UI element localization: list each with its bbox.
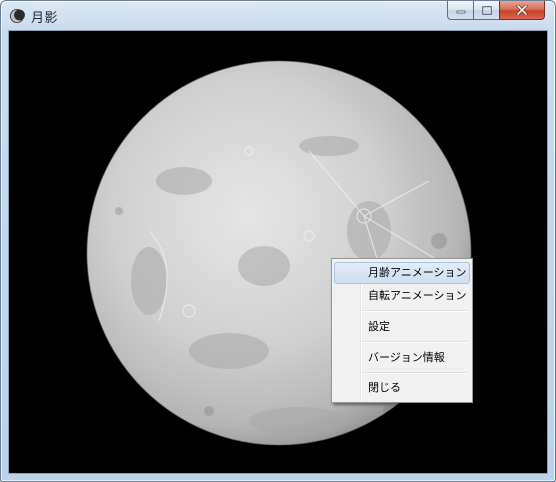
caption-buttons xyxy=(447,1,545,20)
minimize-button[interactable] xyxy=(447,1,473,20)
menu-separator xyxy=(362,372,468,374)
maximize-button[interactable] xyxy=(473,1,499,20)
close-icon xyxy=(516,5,528,15)
menu-item-version-info[interactable]: バージョン情報 xyxy=(334,347,470,369)
window-title: 月影 xyxy=(31,11,59,26)
close-button[interactable] xyxy=(499,1,545,20)
menu-separator xyxy=(362,310,468,312)
menu-separator xyxy=(362,341,468,343)
title-bar[interactable]: 月影 xyxy=(1,1,555,31)
moon-view[interactable] xyxy=(8,30,548,474)
context-menu: 月齢アニメーション 自転アニメーション 設定 バージョン情報 閉じる xyxy=(331,258,473,403)
moon-image xyxy=(86,60,472,446)
menu-item-moon-age-animation[interactable]: 月齢アニメーション xyxy=(334,262,470,284)
minimize-icon xyxy=(456,10,465,14)
moon-app-icon xyxy=(10,9,25,23)
menu-item-rotation-animation[interactable]: 自転アニメーション xyxy=(334,285,470,307)
maximize-icon xyxy=(481,5,492,15)
menu-item-close[interactable]: 閉じる xyxy=(334,377,470,399)
menu-item-settings[interactable]: 設定 xyxy=(334,316,470,338)
app-window: 月影 月齢アニメーション 自転アニメーション 設定 バージョン情報 閉じる xyxy=(0,0,556,482)
